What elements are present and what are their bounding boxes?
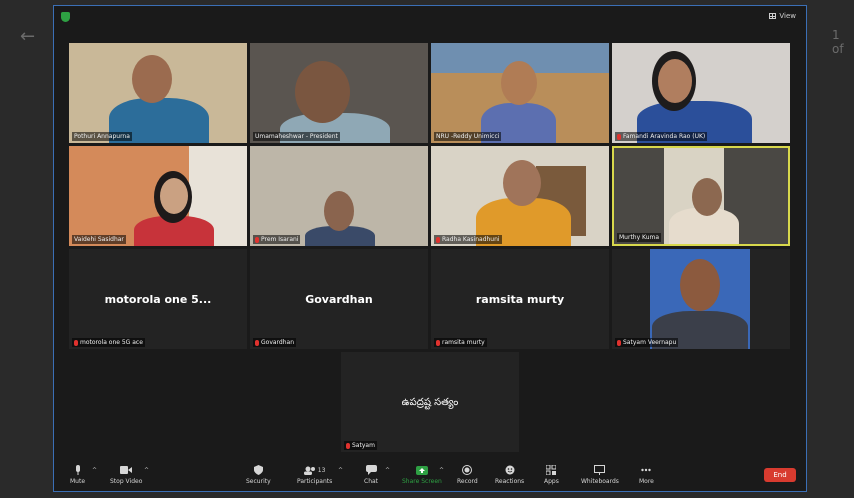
video-tile[interactable]: ramsita murty ramsita murty [431, 249, 609, 349]
apps-button[interactable]: Apps [544, 465, 559, 485]
apps-icon [545, 465, 557, 475]
participant-face [680, 259, 720, 311]
chat-button[interactable]: Chat [364, 465, 378, 485]
meeting-window: View Pothuri Annapurna Umamaheshwar - Pr… [53, 5, 807, 492]
end-meeting-button[interactable]: End [764, 468, 796, 482]
participant-face [295, 61, 350, 123]
video-tile-active-speaker[interactable]: Murthy Kuma [612, 146, 790, 246]
more-button[interactable]: More [639, 465, 654, 485]
mute-button[interactable]: Mute [70, 465, 85, 485]
mic-muted-icon [617, 133, 621, 140]
smiley-icon [504, 465, 516, 475]
mic-muted-icon [346, 442, 350, 449]
page-count: 1 of [832, 28, 844, 56]
whiteboards-button[interactable]: Whiteboards [581, 465, 619, 485]
share-screen-icon [415, 465, 428, 475]
video-camera-icon [120, 465, 133, 475]
participant-name: ramsita murty [434, 338, 487, 347]
grid-icon [769, 13, 777, 19]
back-arrow-icon[interactable]: ← [20, 26, 35, 47]
video-tile[interactable]: Satyam Veernapu [612, 249, 790, 349]
participant-name: Umamaheshwar - President [253, 132, 340, 141]
video-tile[interactable]: Famandi Aravinda Rao (UK) [612, 43, 790, 143]
participant-name: Prem Isarani [253, 235, 301, 244]
share-options-caret[interactable]: ^ [439, 467, 444, 474]
participant-display-name: Govardhan [305, 293, 373, 306]
mic-muted-icon [436, 339, 440, 346]
participant-display-name: motorola one 5... [104, 293, 212, 306]
microphone-icon [72, 465, 84, 475]
participant-name: Vaidehi Sasidhar [72, 235, 126, 244]
participant-name: NRU -Reddy Unimicci [434, 132, 502, 141]
whiteboard-icon [594, 465, 606, 475]
participant-name: Govardhan [253, 338, 296, 347]
ellipsis-icon [640, 465, 652, 475]
video-tile[interactable]: Pothuri Annapurna [69, 43, 247, 143]
video-tile[interactable]: ఉపద్రష్ట సత్యం Satyam [341, 352, 519, 452]
video-tile[interactable]: Umamaheshwar - President [250, 43, 428, 143]
participant-name: Radha Kasinadhuni [434, 235, 502, 244]
video-tile[interactable]: Radha Kasinadhuni [431, 146, 609, 246]
mic-muted-icon [255, 339, 259, 346]
mic-muted-icon [617, 339, 621, 346]
stop-video-button[interactable]: Stop Video [110, 465, 142, 485]
chat-bubble-icon [365, 465, 377, 475]
participant-display-name: ramsita murty [475, 293, 565, 306]
participants-button[interactable]: 13 Participants [297, 465, 332, 485]
share-screen-button[interactable]: Share Screen [402, 465, 442, 485]
participant-face [324, 191, 354, 231]
participants-icon: 13 [303, 465, 327, 475]
video-tile[interactable]: Prem Isarani [250, 146, 428, 246]
record-button[interactable]: Record [457, 465, 478, 485]
security-shield-icon[interactable] [61, 12, 70, 22]
video-tile[interactable]: NRU -Reddy Unimicci [431, 43, 609, 143]
mic-muted-icon [255, 236, 259, 243]
participant-name: Murthy Kuma [617, 233, 662, 242]
participant-name: Satyam [344, 441, 377, 450]
record-icon [461, 465, 473, 475]
participants-options-caret[interactable]: ^ [338, 467, 343, 474]
view-button[interactable]: View [769, 12, 796, 20]
participant-face [503, 160, 541, 206]
mic-muted-icon [436, 236, 440, 243]
participant-name: motorola one 5G ace [72, 338, 145, 347]
video-options-caret[interactable]: ^ [144, 467, 149, 474]
mute-options-caret[interactable]: ^ [92, 467, 97, 474]
participant-name: Satyam Veernapu [615, 338, 679, 347]
participant-face [501, 61, 537, 105]
participant-face [658, 59, 692, 103]
video-tile[interactable]: motorola one 5... motorola one 5G ace [69, 249, 247, 349]
chat-options-caret[interactable]: ^ [385, 467, 390, 474]
reactions-button[interactable]: Reactions [495, 465, 524, 485]
participant-name: Pothuri Annapurna [72, 132, 132, 141]
video-tile[interactable]: Govardhan Govardhan [250, 249, 428, 349]
video-tile[interactable]: Vaidehi Sasidhar [69, 146, 247, 246]
participant-face [160, 178, 188, 214]
participant-face [132, 55, 172, 103]
mic-muted-icon [74, 339, 78, 346]
participant-name: Famandi Aravinda Rao (UK) [615, 132, 708, 141]
security-button[interactable]: Security [246, 465, 271, 485]
view-label: View [779, 12, 796, 20]
participant-face [692, 178, 722, 216]
shield-icon [252, 465, 264, 475]
participant-display-name: ఉపద్రష్ట సత్యం [401, 397, 459, 408]
meeting-toolbar: Mute ^ Stop Video ^ Security 13 Particip… [54, 461, 806, 491]
